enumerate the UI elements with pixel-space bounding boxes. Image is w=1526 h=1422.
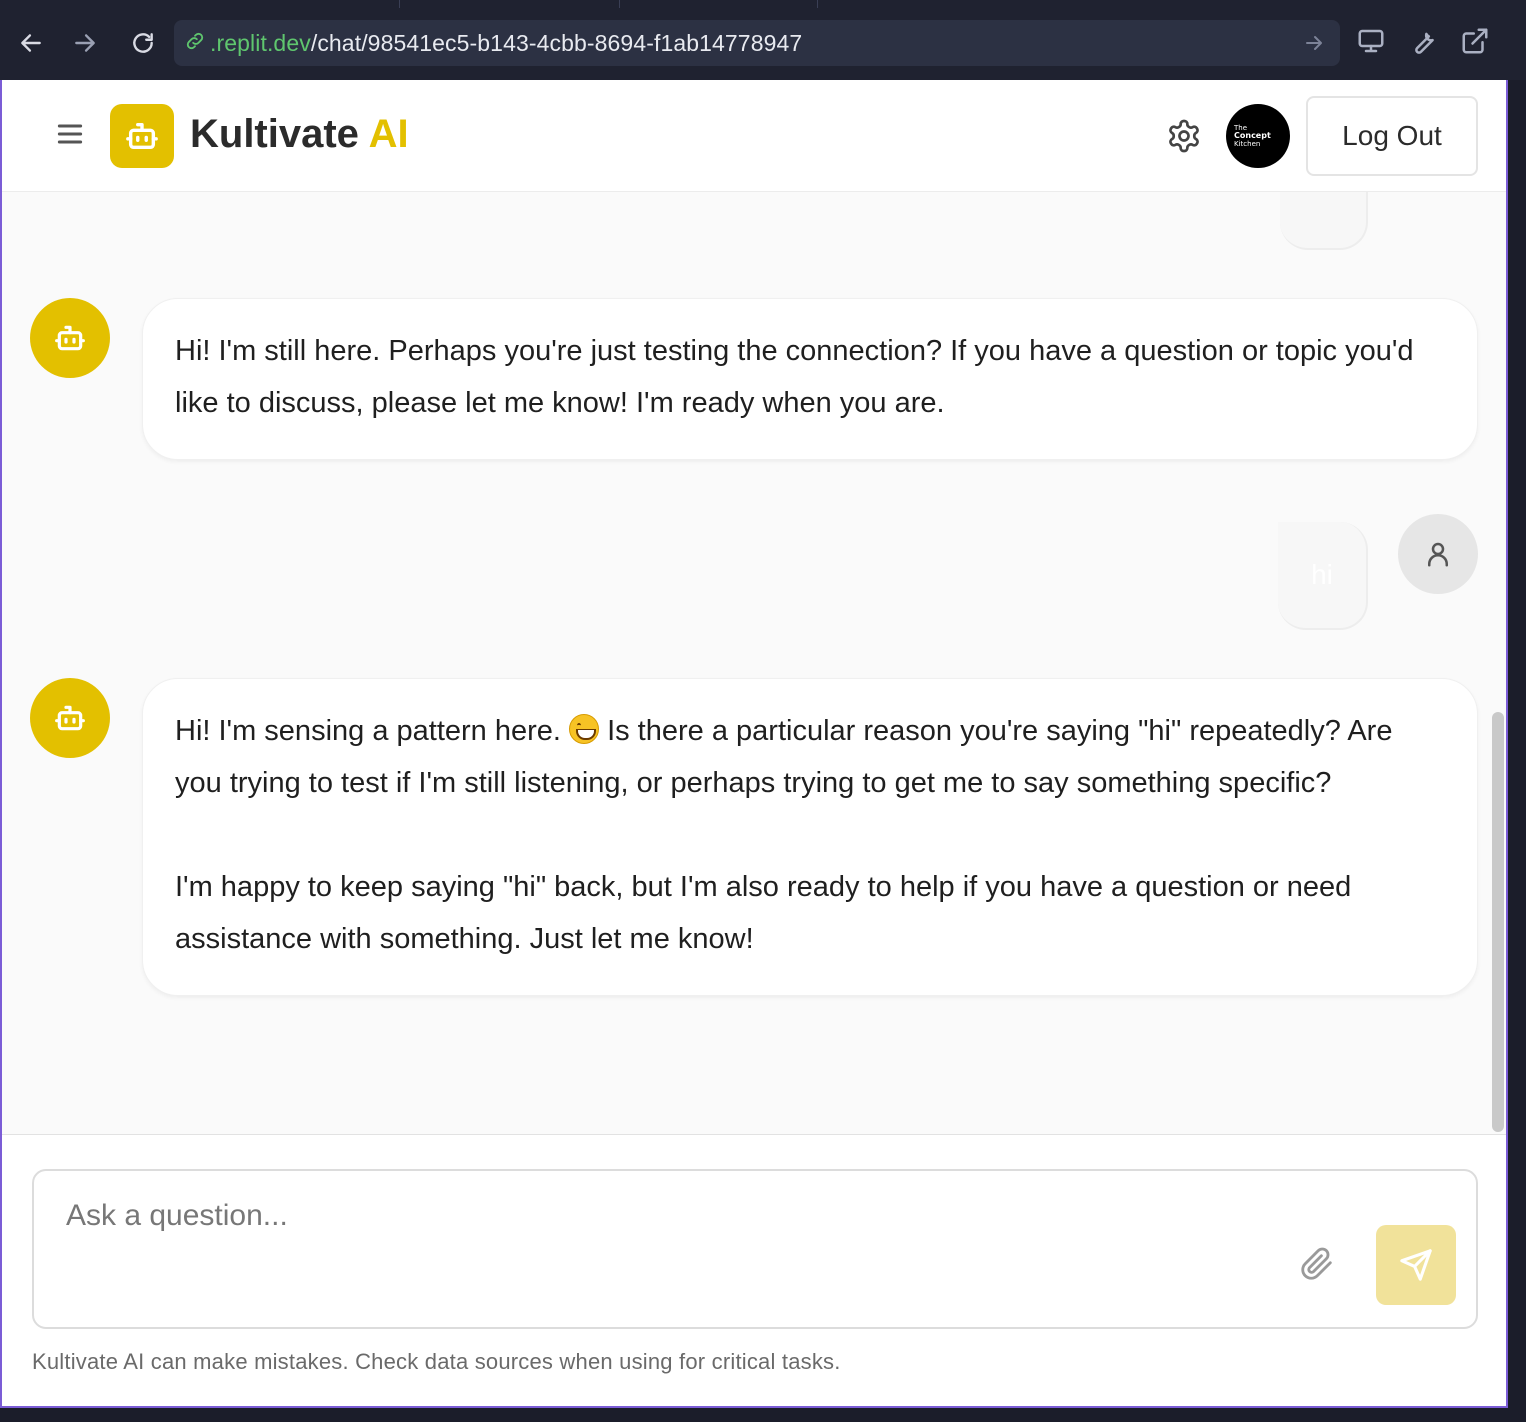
url-text: .replit.dev/chat/98541ec5-b143-4cbb-8694…: [210, 30, 802, 57]
bot-icon: [55, 705, 85, 731]
logout-button[interactable]: Log Out: [1306, 96, 1478, 176]
browser-toolbar: .replit.dev/chat/98541ec5-b143-4cbb-8694…: [0, 0, 1526, 80]
previous-user-bubble: [1280, 192, 1368, 250]
devices-button[interactable]: [1356, 26, 1390, 60]
brand-name: Kultivate: [190, 112, 359, 156]
back-icon: [21, 34, 41, 52]
url-path: /chat/98541ec5-b143-4cbb-8694-f1ab147789…: [310, 29, 803, 56]
attach-button[interactable]: [1300, 1247, 1336, 1283]
question-input[interactable]: [34, 1171, 1314, 1327]
gear-icon: [1169, 119, 1199, 153]
external-link-icon: [1462, 28, 1488, 54]
disclaimer-text: Kultivate AI can make mistakes. Check da…: [32, 1349, 841, 1374]
open-new-tab-button[interactable]: [1460, 26, 1494, 60]
user-avatar: [1398, 514, 1478, 594]
user-icon: [1428, 542, 1448, 567]
back-button[interactable]: [12, 24, 50, 62]
devtools-button[interactable]: [1408, 26, 1442, 60]
menu-button[interactable]: [54, 118, 90, 154]
brand-title: Kultivate AI: [190, 112, 409, 157]
send-icon: [1400, 1249, 1432, 1281]
assistant-avatar: [30, 298, 110, 378]
bot-icon: [126, 122, 158, 150]
user-message: hi: [1278, 522, 1368, 630]
tab-divider: [620, 0, 818, 8]
message-paragraph: Hi! I'm sensing a pattern here. Is there…: [175, 705, 1445, 809]
tab-divider: [200, 0, 400, 8]
url-host: .replit.dev: [210, 29, 311, 56]
reload-button[interactable]: [124, 24, 162, 62]
scrollbar-thumb[interactable]: [1492, 712, 1504, 1132]
app-window: Kultivate AI The Concept Kitchen Log Out…: [0, 80, 1508, 1408]
composer: [32, 1169, 1478, 1329]
org-logo-line: Kitchen: [1234, 140, 1261, 148]
go-arrow-icon[interactable]: [1302, 31, 1326, 60]
chat-messages[interactable]: Hi! I'm still here. Perhaps you're just …: [2, 192, 1506, 1134]
message-text: Hi! I'm sensing a pattern here.: [175, 715, 570, 747]
message-paragraph: I'm happy to keep saying "hi" back, but …: [175, 871, 1352, 955]
composer-area: Kultivate AI can make mistakes. Check da…: [2, 1134, 1506, 1406]
message-paragraph: Hi! I'm still here. Perhaps you're just …: [175, 335, 1414, 419]
brand-accent: AI: [368, 112, 409, 156]
monitor-icon: [1358, 29, 1384, 53]
assistant-message: Hi! I'm still here. Perhaps you're just …: [142, 298, 1478, 460]
organization-avatar[interactable]: The Concept Kitchen: [1226, 104, 1290, 168]
paperclip-icon: [1301, 1247, 1332, 1280]
link-icon: [184, 30, 206, 57]
send-button[interactable]: [1376, 1225, 1456, 1305]
wrench-icon: [1415, 32, 1434, 54]
reload-icon: [133, 33, 153, 53]
org-logo-line: Concept: [1234, 131, 1271, 140]
assistant-avatar: [30, 678, 110, 758]
app-header: Kultivate AI The Concept Kitchen Log Out: [2, 80, 1506, 192]
brand-logo: [110, 104, 174, 168]
forward-button[interactable]: [66, 24, 104, 62]
assistant-message: Hi! I'm sensing a pattern here. Is there…: [142, 678, 1478, 996]
address-bar[interactable]: .replit.dev/chat/98541ec5-b143-4cbb-8694…: [174, 20, 1340, 66]
grinning-emoji-icon: [569, 714, 600, 744]
settings-button[interactable]: [1166, 118, 1202, 154]
hamburger-icon: [57, 124, 83, 144]
bot-icon: [55, 325, 85, 351]
user-message-text: hi: [1311, 559, 1333, 590]
forward-icon: [75, 34, 95, 52]
tab-divider: [400, 0, 620, 8]
